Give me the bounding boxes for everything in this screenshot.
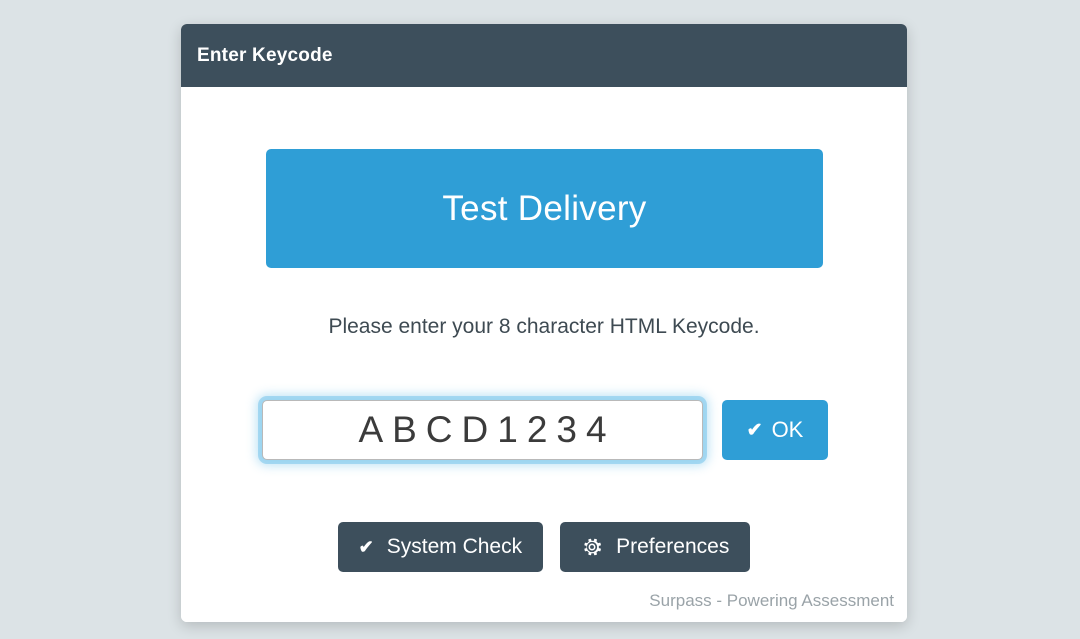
modal-body: Test Delivery Please enter your 8 charac… [181, 87, 907, 622]
system-check-button[interactable]: ✔ System Check [338, 522, 543, 572]
action-button-group: ✔ System Check Preferences [181, 522, 907, 572]
keycode-input-wrapper [262, 395, 703, 465]
test-delivery-banner-label: Test Delivery [442, 189, 646, 229]
gear-icon [581, 536, 603, 558]
modal-header: Enter Keycode [181, 24, 907, 87]
keycode-modal: Enter Keycode Test Delivery Please enter… [181, 24, 907, 622]
instruction-text: Please enter your 8 character HTML Keyco… [181, 315, 907, 339]
keycode-input[interactable] [262, 400, 703, 460]
preferences-button[interactable]: Preferences [560, 522, 750, 572]
system-check-button-label: System Check [387, 535, 522, 559]
check-icon: ✔ [747, 419, 763, 442]
ok-button[interactable]: ✔ OK [722, 400, 828, 460]
ok-button-label: OK [772, 417, 804, 443]
test-delivery-banner: Test Delivery [266, 149, 823, 268]
page-title: Enter Keycode [197, 45, 333, 67]
app-screen: Enter Keycode Test Delivery Please enter… [0, 0, 1080, 639]
preferences-button-label: Preferences [616, 535, 729, 559]
check-icon: ✔ [359, 537, 374, 558]
footer-branding: Surpass - Powering Assessment [649, 591, 894, 611]
keycode-row: ✔ OK [262, 395, 832, 465]
